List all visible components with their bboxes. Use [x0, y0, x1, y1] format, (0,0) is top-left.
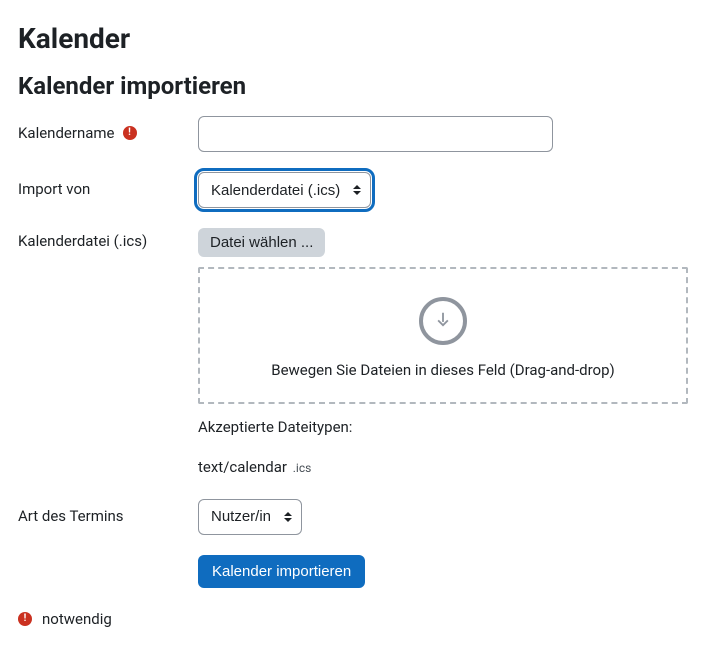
import-from-selected: Kalenderdatei (.ics) — [211, 182, 340, 199]
label-calendar-name: Kalendername — [18, 122, 115, 145]
accepted-ext: .ics — [293, 461, 312, 475]
page-title: Kalender — [18, 18, 701, 60]
required-legend-text: notwendig — [42, 608, 112, 631]
dropzone-text: Bewegen Sie Dateien in dieses Feld (Drag… — [220, 359, 666, 382]
label-calendar-file: Kalenderdatei (.ics) — [18, 230, 147, 253]
row-calendar-name: Kalendername ! — [18, 116, 701, 152]
required-legend: ! notwendig — [18, 608, 701, 631]
import-from-select[interactable]: Kalenderdatei (.ics) — [198, 172, 371, 208]
accepted-mime: text/calendar — [198, 458, 287, 476]
choose-file-button[interactable]: Datei wählen ... — [198, 228, 325, 257]
accepted-types-label: Akzeptierte Dateitypen: — [198, 416, 688, 439]
required-icon: ! — [123, 126, 137, 140]
row-import-from: Import von Kalenderdatei (.ics) — [18, 172, 701, 208]
event-type-selected: Nutzer/in — [211, 508, 271, 525]
required-icon: ! — [18, 612, 32, 626]
import-calendar-button[interactable]: Kalender importieren — [198, 555, 365, 588]
label-import-from: Import von — [18, 178, 90, 201]
accepted-types-value: text/calendar .ics — [198, 456, 688, 479]
download-icon — [419, 297, 467, 345]
page-subtitle: Kalender importieren — [18, 68, 701, 104]
event-type-select[interactable]: Nutzer/in — [198, 499, 302, 535]
row-submit: Kalender importieren — [18, 555, 701, 588]
row-calendar-file: Kalenderdatei (.ics) Datei wählen ... Be… — [18, 228, 701, 479]
calendar-name-input[interactable] — [198, 116, 553, 152]
label-event-type: Art des Termins — [18, 505, 124, 528]
row-event-type: Art des Termins Nutzer/in — [18, 499, 701, 535]
file-dropzone[interactable]: Bewegen Sie Dateien in dieses Feld (Drag… — [198, 267, 688, 404]
